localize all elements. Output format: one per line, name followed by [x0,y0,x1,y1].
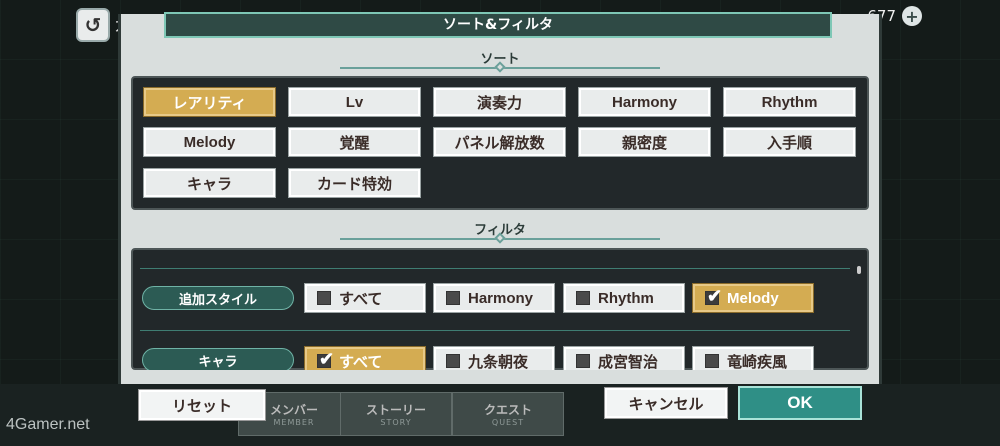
checkbox-icon [705,354,719,368]
tab-story-label: ストーリー [365,403,426,417]
ok-button[interactable]: OK [738,386,862,420]
checkmark-icon: ✔ [705,286,723,306]
checkbox-label: すべて [339,353,383,371]
filter-style-all-checkbox[interactable]: すべて [304,283,426,313]
checkbox-label: 竜崎疾風 [727,353,788,371]
filter-scrollbar[interactable] [857,266,861,274]
back-button[interactable]: ↺ [76,8,110,42]
tab-quest-sub: QUEST [491,418,525,427]
tab-quest-label: クエスト [483,403,532,417]
checkmark-icon: ✔ [317,349,335,369]
filter-row-divider [140,268,850,269]
reset-button[interactable]: リセット [138,389,266,421]
checkbox-label: Melody [727,289,779,307]
sort-panel-count-button[interactable]: パネル解放数 [433,127,566,157]
sort-lv-button[interactable]: Lv [288,87,421,117]
tab-story-sub: STORY [380,418,412,427]
checkbox-label: Harmony [468,289,534,307]
cancel-button[interactable]: キャンセル [604,387,728,419]
filter-style-harmony-checkbox[interactable]: Harmony [433,283,555,313]
tab-member-label: メンバー [269,403,318,417]
checkbox-label: Rhythm [598,289,654,307]
sort-rarity-button[interactable]: レアリティ [143,87,276,117]
sort-rhythm-button[interactable]: Rhythm [723,87,856,117]
modal-title: ソート&フィルタ [164,12,832,38]
filter-style-rhythm-checkbox[interactable]: Rhythm [563,283,685,313]
tab-story[interactable]: ストーリー STORY [340,392,452,436]
back-arrow-icon: ↺ [84,13,102,37]
filter-style-melody-checkbox[interactable]: ✔ Melody [692,283,814,313]
sort-power-button[interactable]: 演奏力 [433,87,566,117]
checkbox-icon [446,354,460,368]
checkbox-icon [446,291,460,305]
tab-quest[interactable]: クエスト QUEST [452,392,564,436]
checkbox-label: すべて [339,290,383,308]
watermark: 4Gamer.net [6,416,90,433]
checkbox-label: 九条朝夜 [468,353,529,371]
filter-row-divider [140,330,850,331]
sort-card-bonus-button[interactable]: カード特効 [288,168,421,198]
panel-clip [131,370,869,384]
sort-acquired-button[interactable]: 入手順 [723,127,856,157]
tab-member-sub: MEMBER [273,418,315,427]
checkbox-icon [317,291,331,305]
sort-melody-button[interactable]: Melody [143,127,276,157]
sort-awaken-button[interactable]: 覚醒 [288,127,421,157]
sort-chara-button[interactable]: キャラ [143,168,276,198]
checkbox-label: 成宮智治 [598,353,659,371]
plus-icon[interactable]: + [902,6,922,26]
checkbox-icon [576,291,590,305]
sort-affinity-button[interactable]: 親密度 [578,127,711,157]
filter-chara-label: キャラ [142,348,294,372]
filter-style-label: 追加スタイル [142,286,294,310]
checkbox-icon [576,354,590,368]
sort-harmony-button[interactable]: Harmony [578,87,711,117]
